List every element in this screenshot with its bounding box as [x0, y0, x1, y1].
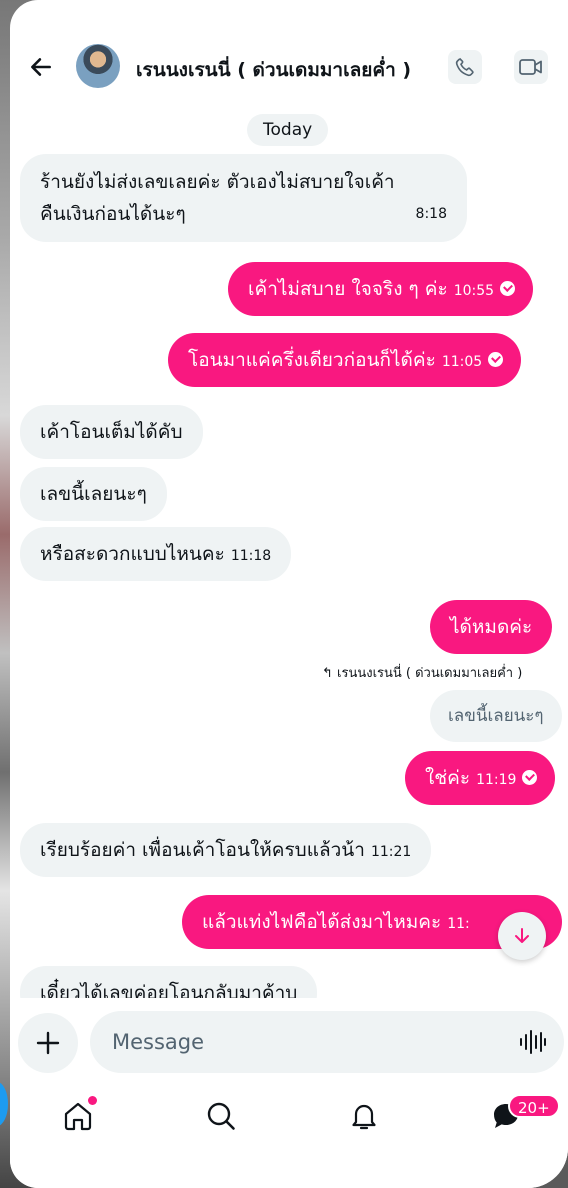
notifications-icon [352, 1104, 376, 1130]
messages-count-badge: 20+ [508, 1094, 560, 1118]
read-check-icon [488, 352, 504, 367]
scroll-to-bottom-button[interactable] [498, 912, 546, 960]
nav-search[interactable] [203, 1098, 239, 1134]
conversation-header: เรนนงเรนนี่ ( ด่วนเดมมาเลยค่ำ ) [10, 0, 568, 108]
read-check-icon [500, 281, 516, 296]
message-time: 11:19 [476, 772, 517, 788]
message-bubble-outgoing[interactable]: ได้หมดค่ะ [430, 600, 553, 654]
reply-reference-label: ↰ เรนนงเรนนี่ ( ด่วนเดมมาเลยค่ำ ) [322, 666, 523, 681]
dm-conversation-sheet: เรนนงเรนนี่ ( ด่วนเดมมาเลยค่ำ ) Today ร้… [10, 0, 568, 1188]
search-icon [207, 1102, 235, 1130]
message-time: 10:55 [453, 283, 495, 299]
day-separator: Today [247, 114, 329, 146]
message-text: ได้หมดค่ะ [450, 616, 533, 638]
read-check-icon [522, 770, 538, 785]
avatar[interactable] [76, 44, 120, 88]
home-notification-dot [88, 1096, 97, 1105]
message-bubble-outgoing[interactable]: ใช่ค่ะ 11:19 [405, 751, 556, 805]
add-attachment-button[interactable] [18, 1013, 78, 1073]
message-text: ร้านยังไม่ส่งเลขเลยค่ะ ตัวเองไม่สบายใจเค… [40, 171, 395, 193]
message-bubble-outgoing[interactable]: โอนมาแค่ครึ่งเดียวก่อนก็ได้ค่ะ 11:05 [168, 333, 522, 387]
message-bubble-incoming[interactable]: เลขนี้เลยนะๆ [20, 467, 167, 521]
arrow-down-icon [515, 928, 529, 943]
chat-title[interactable]: เรนนงเรนนี่ ( ด่วนเดมมาเลยค่ำ ) [136, 55, 411, 85]
message-text: เค้าไม่สบาย ใจจริง ๆ ค่ะ [248, 278, 448, 300]
nav-notifications[interactable] [346, 1098, 382, 1134]
voice-call-button[interactable] [448, 50, 482, 84]
message-time: 11: [447, 916, 470, 932]
message-bubble-incoming[interactable]: หรือสะดวกแบบไหนคะ 11:18 [20, 527, 292, 581]
message-text: เลขนี้เลยนะๆ [40, 483, 147, 505]
message-text: ใช่ค่ะ [425, 767, 471, 789]
message-bubble-incoming[interactable]: เค้าโอนเต็มได้คับ [20, 405, 203, 459]
message-bubble-incoming[interactable]: ร้านยังไม่ส่งเลขเลยค่ะ ตัวเองไม่สบายใจเค… [20, 154, 467, 242]
back-arrow-icon[interactable] [28, 54, 54, 80]
message-text: เรียบร้อยค่า เพื่อนเค้าโอนให้ครบแล้วน้า [40, 839, 365, 861]
voice-wave-icon[interactable] [518, 1028, 546, 1056]
video-icon [519, 59, 542, 75]
message-time: 8:18 [415, 206, 447, 222]
message-bubble-outgoing[interactable]: เค้าไม่สบาย ใจจริง ๆ ค่ะ 10:55 [228, 262, 534, 316]
phone-icon [455, 57, 474, 77]
message-input[interactable] [90, 1011, 564, 1073]
message-time: 11:21 [370, 844, 412, 860]
message-text: แล้วแท่งไฟคือได้ส่งมาไหมคะ [202, 911, 442, 933]
message-time: 11:05 [441, 354, 483, 370]
video-call-button[interactable] [514, 50, 548, 84]
message-time: 11:18 [230, 548, 272, 564]
plus-icon [36, 1031, 60, 1055]
message-text: โอนมาแค่ครึ่งเดียวก่อนก็ได้ค่ะ [188, 349, 436, 371]
message-text: คืนเงินก่อนได้นะๆ [40, 203, 186, 225]
home-icon [64, 1102, 92, 1131]
message-text: หรือสะดวกแบบไหนคะ [40, 543, 225, 565]
message-bubble-incoming[interactable]: เรียบร้อยค่า เพื่อนเค้าโอนให้ครบแล้วน้า 1… [20, 823, 432, 877]
message-text: เค้าโอนเต็มได้คับ [40, 421, 183, 443]
quoted-message[interactable]: เลขนี้เลยนะๆ [430, 690, 562, 742]
